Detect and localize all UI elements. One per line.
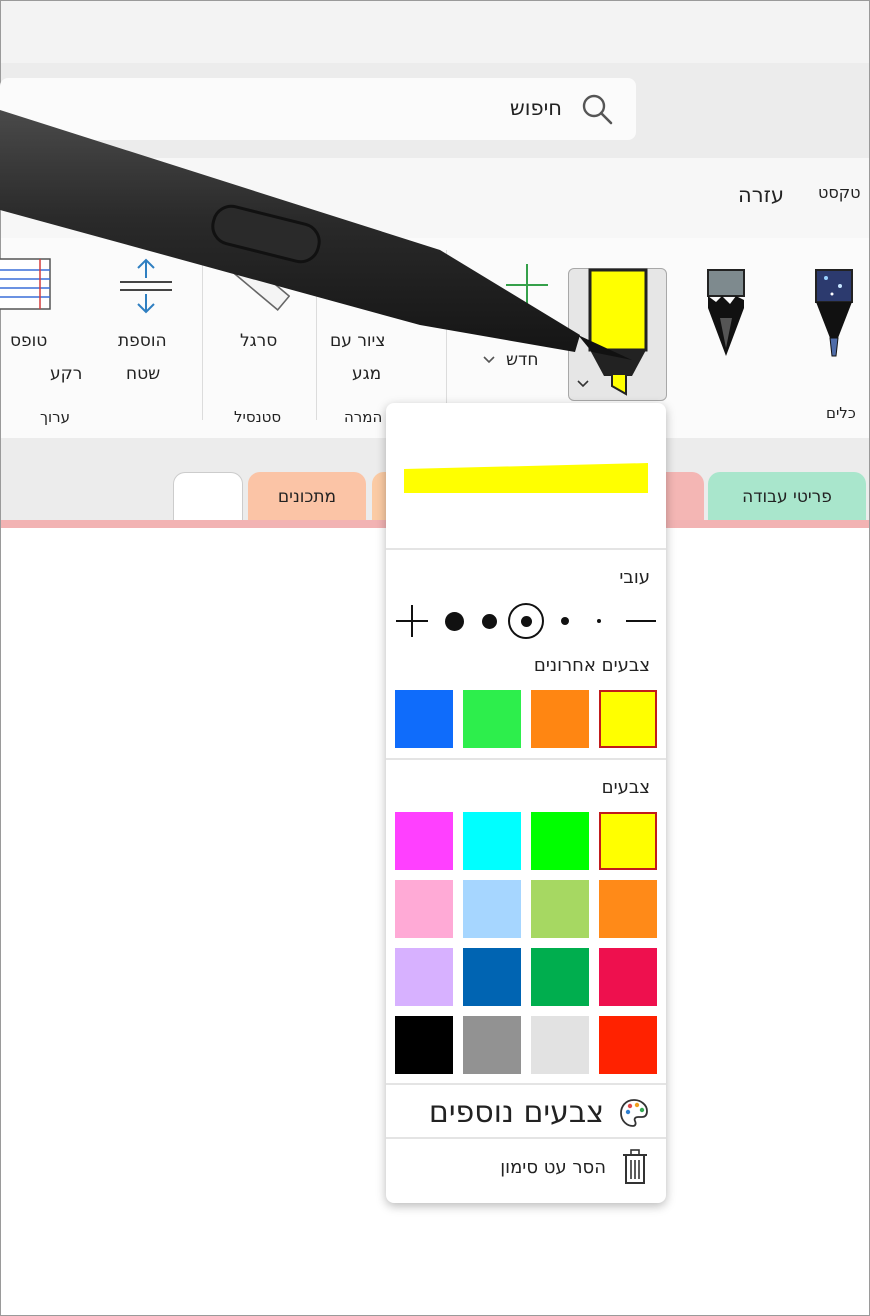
- thickness-minus-button[interactable]: [626, 620, 656, 622]
- popup-separator: [386, 548, 666, 550]
- color-swatch[interactable]: [395, 880, 453, 938]
- palette-icon: [620, 1099, 648, 1127]
- recent-color-swatch[interactable]: [463, 690, 521, 748]
- colors-title: צבעים: [601, 777, 650, 798]
- color-swatch[interactable]: [463, 1016, 521, 1074]
- thickness-plus-button[interactable]: [396, 601, 430, 641]
- thickness-option-xl[interactable]: [445, 612, 464, 631]
- color-swatch[interactable]: [599, 880, 657, 938]
- thickness-option-xs[interactable]: [597, 619, 601, 623]
- thickness-option-m-selected[interactable]: [508, 603, 544, 639]
- popup-separator: [386, 758, 666, 760]
- thickness-option-s[interactable]: [561, 617, 569, 625]
- recent-color-swatch[interactable]: [395, 690, 453, 748]
- color-swatch[interactable]: [395, 812, 453, 870]
- trash-icon: [623, 1149, 647, 1184]
- color-swatch[interactable]: [599, 948, 657, 1006]
- color-swatch[interactable]: [599, 812, 657, 870]
- color-swatch[interactable]: [599, 1016, 657, 1074]
- tab-add[interactable]: [173, 472, 243, 522]
- color-swatch[interactable]: [531, 948, 589, 1006]
- group-convert-label: המרה: [344, 408, 383, 426]
- tab-label: פריטי עבודה: [742, 487, 832, 507]
- tab-label: מתכונים: [277, 487, 337, 507]
- pen-options-popup: עובי צבעים אחרונים צבעים צבעים נוספים הס…: [386, 403, 666, 1203]
- color-swatch[interactable]: [531, 812, 589, 870]
- recent-color-swatch[interactable]: [531, 690, 589, 748]
- popup-separator: [386, 1083, 666, 1085]
- more-colors-label: צבעים נוספים: [428, 1095, 604, 1130]
- color-swatch[interactable]: [463, 880, 521, 938]
- title-bar: [1, 1, 869, 63]
- color-swatch[interactable]: [463, 948, 521, 1006]
- thickness-title: עובי: [619, 567, 650, 588]
- color-swatch[interactable]: [395, 948, 453, 1006]
- group-tools-label: כלים: [826, 404, 856, 422]
- tab-recipes[interactable]: מתכונים: [248, 472, 366, 522]
- popup-separator: [386, 1137, 666, 1139]
- menu-context[interactable]: טקסט: [818, 183, 860, 202]
- color-swatch[interactable]: [395, 1016, 453, 1074]
- group-stencil-label: סטנסיל: [234, 408, 282, 426]
- thickness-dot: [521, 616, 532, 627]
- stylus-pen-image: [0, 110, 632, 360]
- stroke-preview: [404, 463, 648, 493]
- recent-color-swatch[interactable]: [599, 690, 657, 748]
- color-swatch[interactable]: [531, 880, 589, 938]
- pencil-icon[interactable]: [702, 268, 750, 360]
- thickness-option-l[interactable]: [482, 614, 497, 629]
- group-edit-label: ערוך: [40, 408, 70, 426]
- recent-colors-title: צבעים אחרונים: [533, 655, 650, 676]
- remove-pen-button[interactable]: הסר עט סימון: [386, 1141, 666, 1195]
- galaxy-pen-icon[interactable]: [810, 268, 858, 360]
- color-swatch[interactable]: [531, 1016, 589, 1074]
- remove-pen-label: הסר עט סימון: [500, 1157, 606, 1178]
- color-swatch[interactable]: [463, 812, 521, 870]
- tab-work-items[interactable]: פריטי עבודה: [708, 472, 866, 522]
- menu-help[interactable]: עזרה: [738, 183, 784, 207]
- more-colors-button[interactable]: צבעים נוספים: [386, 1087, 666, 1139]
